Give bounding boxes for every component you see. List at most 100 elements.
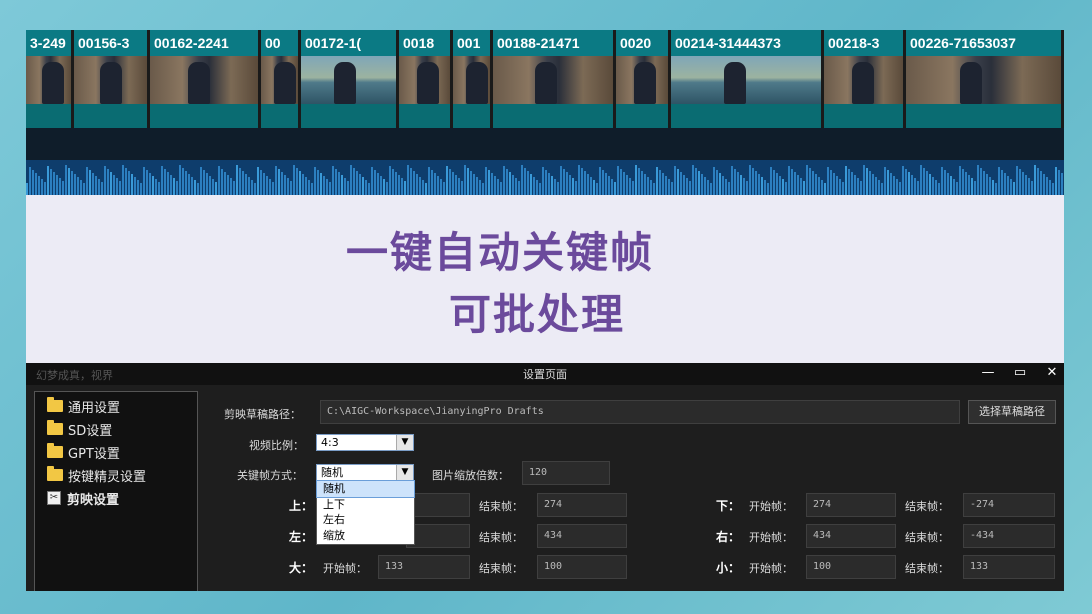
waveform-bar bbox=[290, 181, 292, 195]
timeline-clip[interactable]: 0018 bbox=[399, 30, 453, 128]
waveform-bar bbox=[764, 180, 766, 195]
waveform-bar bbox=[899, 182, 901, 195]
minimize-button[interactable]: — bbox=[972, 363, 1004, 385]
zoom-field[interactable]: 120 bbox=[522, 461, 610, 485]
waveform-bar bbox=[614, 182, 616, 195]
waveform-bar bbox=[371, 167, 373, 195]
keyframe-mode-select[interactable]: 随机 ▼ bbox=[316, 464, 414, 481]
big-end-label: 结束帧： bbox=[479, 562, 523, 575]
waveform-bar bbox=[440, 179, 442, 195]
small-dir-label: 小： bbox=[716, 561, 741, 575]
dropdown-option-random[interactable]: 随机 bbox=[316, 480, 415, 498]
waveform-bar bbox=[728, 182, 730, 195]
sidebar-item-keymacro[interactable]: 按键精灵设置 bbox=[47, 465, 146, 485]
waveform-bar bbox=[242, 171, 244, 195]
waveform-bar bbox=[548, 173, 550, 195]
draft-path-label: 剪映草稿路径： bbox=[224, 408, 301, 421]
big-start-field[interactable]: 133 bbox=[378, 555, 470, 579]
dropdown-option-zoom[interactable]: 缩放 bbox=[317, 528, 414, 544]
waveform-bar bbox=[932, 177, 934, 195]
chevron-down-icon[interactable]: ▼ bbox=[396, 465, 413, 480]
waveform-bar bbox=[947, 173, 949, 195]
waveform-bar bbox=[770, 167, 772, 195]
left-start-field[interactable] bbox=[406, 524, 470, 548]
waveform-bar bbox=[1013, 182, 1015, 195]
clip-track-base bbox=[616, 104, 668, 128]
timeline-clip[interactable]: 00218-3 bbox=[824, 30, 906, 128]
clip-figure bbox=[273, 62, 296, 104]
headline-line-2: 可批处理 bbox=[449, 290, 626, 339]
waveform-bar bbox=[719, 173, 721, 195]
waveform-bar bbox=[164, 169, 166, 195]
timeline-clip[interactable]: 0020 bbox=[616, 30, 671, 128]
timeline-clip[interactable]: 00156-3 bbox=[74, 30, 150, 128]
timeline-clip[interactable]: 00188-21471 bbox=[493, 30, 616, 128]
waveform-bar bbox=[620, 169, 622, 195]
waveform-bar bbox=[185, 171, 187, 195]
waveform-bar bbox=[500, 182, 502, 195]
sidebar-item-label: 按键精灵设置 bbox=[68, 469, 147, 485]
right-end-field[interactable]: -434 bbox=[963, 524, 1055, 548]
waveform-bar bbox=[1004, 173, 1006, 195]
waveform-bar bbox=[80, 180, 82, 195]
waveform-bar bbox=[578, 165, 580, 195]
clip-figure bbox=[187, 62, 210, 104]
waveform-bar bbox=[629, 178, 631, 195]
waveform-bar bbox=[530, 174, 532, 195]
waveform-bar bbox=[287, 178, 289, 195]
timeline-clip[interactable]: 001 bbox=[453, 30, 493, 128]
waveform-bar bbox=[38, 176, 40, 195]
sidebar-item-sd[interactable]: SD设置 bbox=[47, 419, 112, 439]
clip-label: 00226-71653037 bbox=[906, 30, 1061, 56]
chevron-down-icon[interactable]: ▼ bbox=[396, 435, 413, 450]
dropdown-option-updown[interactable]: 上下 bbox=[317, 497, 414, 513]
waveform-bar bbox=[332, 166, 334, 195]
waveform-bar bbox=[323, 176, 325, 195]
right-start-field[interactable]: 434 bbox=[806, 524, 896, 548]
waveform-bar bbox=[551, 176, 553, 195]
dropdown-option-leftright[interactable]: 左右 bbox=[317, 512, 414, 528]
waveform-bar bbox=[146, 170, 148, 195]
draft-path-field[interactable]: C:\AIGC-Workspace\JianyingPro Drafts bbox=[320, 400, 960, 424]
up-end-field[interactable]: 274 bbox=[537, 493, 627, 517]
waveform-bar bbox=[590, 177, 592, 195]
waveform-bar bbox=[395, 172, 397, 195]
waveform-bar bbox=[221, 169, 223, 195]
video-ratio-select[interactable]: 4:3 ▼ bbox=[316, 434, 414, 451]
waveform-bar bbox=[359, 174, 361, 195]
small-end-field[interactable]: 133 bbox=[963, 555, 1055, 579]
waveform-bar bbox=[701, 174, 703, 195]
waveform-bar bbox=[545, 170, 547, 195]
waveform-bar bbox=[392, 169, 394, 195]
down-start-field[interactable]: 274 bbox=[806, 493, 896, 517]
waveform-bar bbox=[236, 165, 238, 195]
waveform-bar bbox=[263, 173, 265, 195]
waveform-bar bbox=[341, 175, 343, 195]
close-button[interactable]: ✕ bbox=[1036, 363, 1068, 385]
waveform-bar bbox=[587, 174, 589, 195]
sidebar-item-jianying[interactable]: ✂ 剪映设置 bbox=[47, 488, 119, 508]
down-end-field[interactable]: -274 bbox=[963, 493, 1055, 517]
timeline-clip[interactable]: 00162-2241 bbox=[150, 30, 261, 128]
big-end-field[interactable]: 100 bbox=[537, 555, 627, 579]
timeline-clip[interactable]: 00 bbox=[261, 30, 301, 128]
clip-label: 00188-21471 bbox=[493, 30, 613, 56]
choose-draft-path-button[interactable]: 选择草稿路径 bbox=[968, 400, 1056, 424]
clip-thumbnail bbox=[150, 56, 258, 104]
maximize-button[interactable]: ▭ bbox=[1004, 363, 1036, 385]
sidebar-item-general[interactable]: 通用设置 bbox=[47, 396, 120, 416]
timeline-clip[interactable]: 3-249 bbox=[26, 30, 74, 128]
up-start-field[interactable] bbox=[406, 493, 470, 517]
waveform-bar bbox=[1043, 174, 1045, 195]
left-end-field[interactable]: 434 bbox=[537, 524, 627, 548]
waveform-bar bbox=[977, 165, 979, 195]
waveform-bar bbox=[1049, 180, 1051, 195]
folder-icon bbox=[47, 420, 63, 435]
small-start-field[interactable]: 100 bbox=[806, 555, 896, 579]
timeline-clip[interactable]: 00214-31444373 bbox=[671, 30, 824, 128]
waveform-bar bbox=[29, 167, 31, 195]
sidebar-item-gpt[interactable]: GPT设置 bbox=[47, 442, 120, 462]
waveform-bar bbox=[917, 181, 919, 195]
timeline-clip[interactable]: 00226-71653037 bbox=[906, 30, 1064, 128]
timeline-clip[interactable]: 00172-1( bbox=[301, 30, 399, 128]
